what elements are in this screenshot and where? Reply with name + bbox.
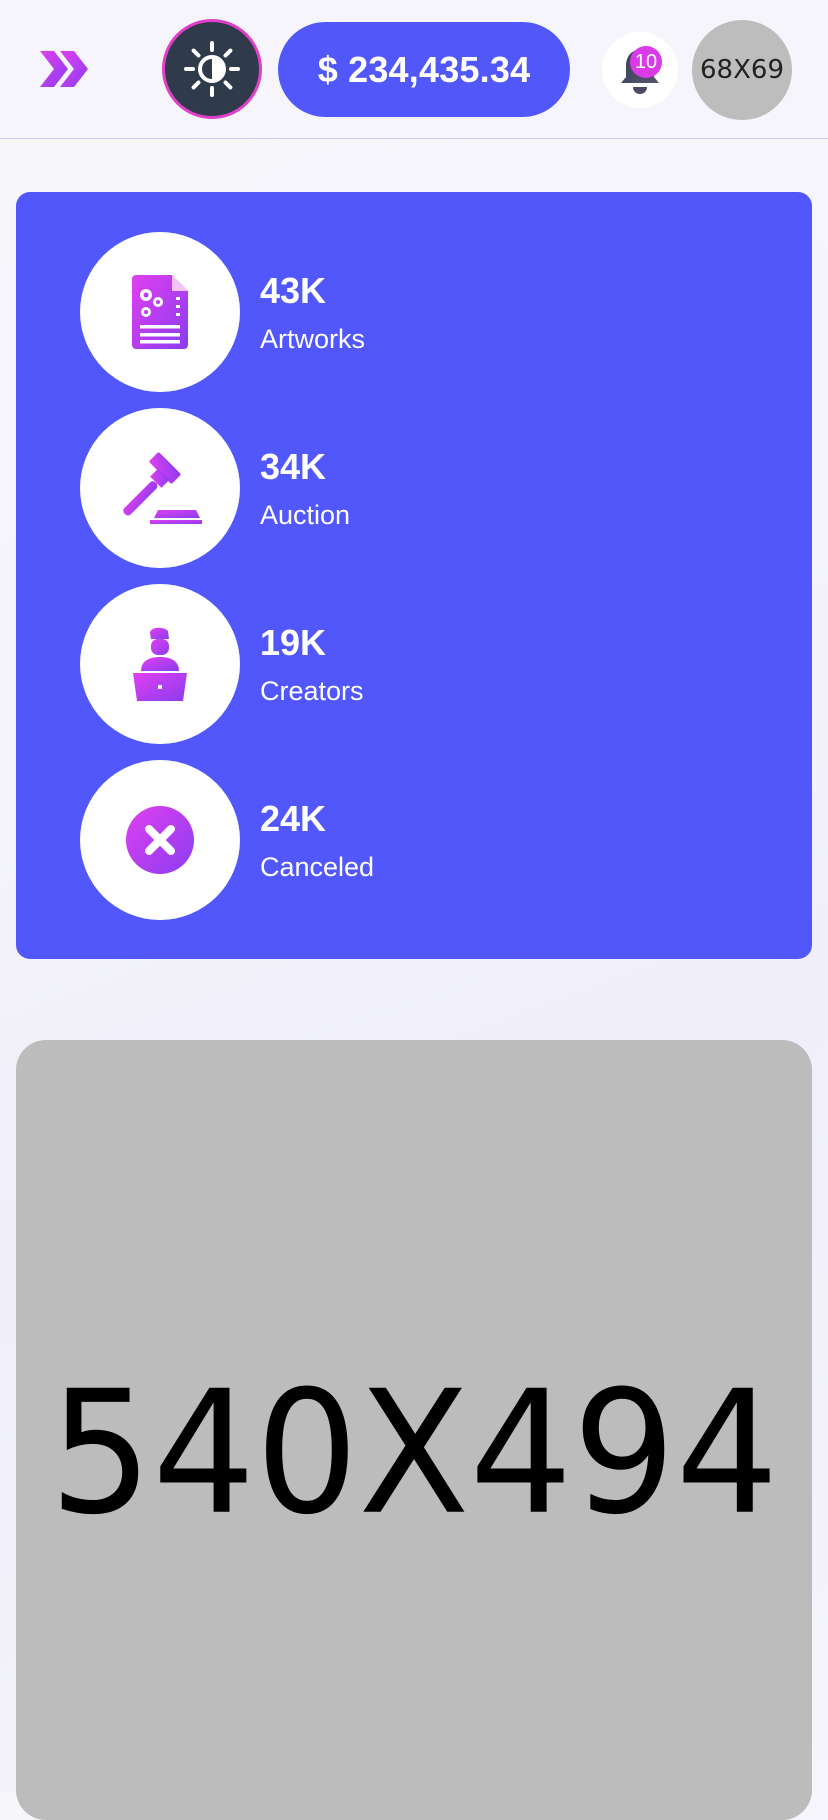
cancel-icon bbox=[126, 806, 194, 874]
stat-label: Artworks bbox=[260, 324, 366, 354]
notifications-button[interactable]: 10 bbox=[602, 32, 678, 108]
gavel-icon bbox=[123, 452, 202, 524]
stat-value: 24K bbox=[260, 798, 327, 839]
theme-toggle-button[interactable] bbox=[162, 19, 262, 119]
wallet-balance-button[interactable]: $ 234,435.34 bbox=[278, 22, 570, 117]
stat-auction[interactable]: 34K Auction bbox=[80, 408, 720, 568]
stat-artworks[interactable]: 43K Artworks bbox=[80, 232, 720, 392]
document-gear-icon bbox=[132, 275, 188, 349]
top-header: $ 234,435.34 10 68X69 bbox=[0, 0, 828, 139]
stat-label: Canceled bbox=[260, 852, 375, 882]
stat-label: Creators bbox=[260, 676, 364, 706]
brightness-icon bbox=[184, 41, 240, 97]
stat-icon-circle bbox=[80, 760, 240, 920]
stat-value: 43K bbox=[260, 270, 327, 311]
notification-count-badge: 10 bbox=[630, 46, 662, 78]
image-placeholder-label: 540X494 bbox=[49, 1355, 779, 1553]
creator-icon bbox=[133, 627, 187, 701]
stat-label: Auction bbox=[260, 500, 351, 530]
image-placeholder: 540X494 bbox=[16, 1040, 812, 1820]
stat-icon-circle bbox=[80, 584, 240, 744]
double-chevron-right-icon bbox=[40, 51, 88, 87]
user-avatar[interactable]: 68X69 bbox=[692, 20, 792, 120]
stat-creators[interactable]: 19K Creators bbox=[80, 584, 720, 744]
stat-canceled[interactable]: 24K Canceled bbox=[80, 760, 720, 920]
stat-icon-circle bbox=[80, 232, 240, 392]
stat-icon-circle bbox=[80, 408, 240, 568]
stat-value: 34K bbox=[260, 446, 327, 487]
menu-toggle-button[interactable] bbox=[36, 44, 94, 94]
stat-value: 19K bbox=[260, 622, 327, 663]
stats-card: 43K Artworks 34K Auction 19K Creators 24… bbox=[16, 192, 812, 959]
